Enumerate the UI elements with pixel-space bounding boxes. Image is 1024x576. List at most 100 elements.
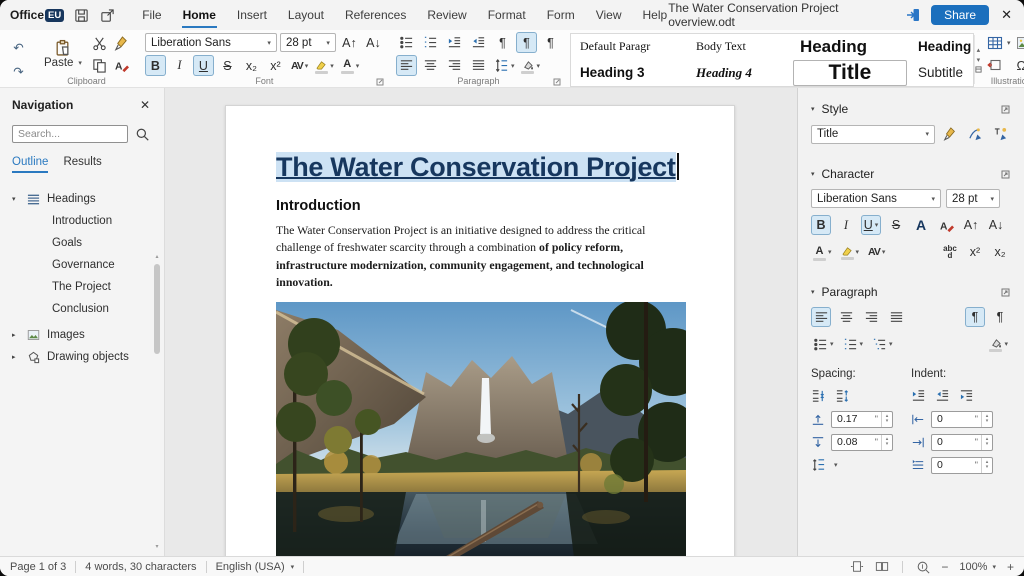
numbered-list-icon[interactable] xyxy=(420,32,441,53)
menu-view[interactable]: View xyxy=(595,2,623,28)
italic-button[interactable]: I xyxy=(836,215,856,235)
doc-title[interactable]: The Water Conservation Project xyxy=(276,152,684,183)
direction-ltr-icon[interactable]: ¶ xyxy=(965,307,985,327)
increase-spacing-icon[interactable] xyxy=(811,389,826,403)
new-style-icon[interactable] xyxy=(990,124,1010,144)
font-color-button[interactable]: A▾ xyxy=(811,242,834,262)
indent-before-field[interactable]: 0" ▴▾ xyxy=(931,411,993,428)
first-line-indent-field[interactable]: 0" ▴▾ xyxy=(931,457,993,474)
menu-home[interactable]: Home xyxy=(182,2,217,28)
highlight-color-button[interactable]: ▾ xyxy=(313,55,336,76)
superscript-button[interactable]: x² xyxy=(265,55,286,76)
direction-rtl-icon[interactable]: ¶ xyxy=(540,32,561,53)
share-button[interactable]: Share xyxy=(931,5,989,25)
tab-results[interactable]: Results xyxy=(63,156,101,173)
shrink-font-button[interactable]: A↓ xyxy=(363,32,384,53)
doc-heading-introduction[interactable]: Introduction xyxy=(276,198,684,214)
scroll-down-icon[interactable]: ▾ xyxy=(155,543,158,550)
strikethrough-button[interactable]: S xyxy=(217,55,238,76)
spin-down-icon[interactable]: ▾ xyxy=(986,419,989,424)
gallery-expand-icon[interactable] xyxy=(975,66,982,73)
underline-button[interactable]: U xyxy=(193,55,214,76)
space-above-field[interactable]: 0.17" ▴▾ xyxy=(831,411,893,428)
copy-icon[interactable] xyxy=(89,55,110,76)
tree-drawing-objects[interactable]: ▸ Drawing objects xyxy=(12,346,150,368)
line-spacing-icon[interactable]: ▾ xyxy=(492,55,517,76)
paragraph-dialog-launcher-icon[interactable] xyxy=(553,78,561,86)
undo-button[interactable]: ↶ xyxy=(8,37,29,58)
change-case-icon[interactable]: abcd xyxy=(940,242,960,262)
paragraph-launcher-icon[interactable] xyxy=(1001,288,1010,297)
tree-headings[interactable]: ▾ Headings xyxy=(12,188,150,210)
gallery-down-icon[interactable]: ▾ xyxy=(977,56,981,65)
word-count[interactable]: 4 words, 30 characters xyxy=(85,561,196,573)
menu-file[interactable]: File xyxy=(141,2,162,28)
tree-item-introduction[interactable]: Introduction xyxy=(12,210,150,232)
sidebar-font-size-select[interactable]: 28 pt▾ xyxy=(946,189,1000,208)
character-spacing-button[interactable]: AV▾ xyxy=(289,55,310,76)
insert-table-icon[interactable]: ▾ xyxy=(987,36,1011,50)
style-heading2[interactable]: Heading 2 xyxy=(909,34,973,60)
menu-insert[interactable]: Insert xyxy=(236,2,268,28)
italic-button[interactable]: I xyxy=(169,55,190,76)
character-spacing-button[interactable]: AV▾ xyxy=(866,242,887,262)
style-title-selected[interactable]: Title xyxy=(793,60,907,86)
navigation-search-input[interactable] xyxy=(12,125,128,143)
spin-down-icon[interactable]: ▾ xyxy=(986,465,989,470)
align-left-icon[interactable] xyxy=(811,307,831,327)
underline-button[interactable]: U▾ xyxy=(861,215,881,235)
align-right-icon[interactable] xyxy=(861,307,881,327)
clone-formatting-icon[interactable] xyxy=(111,33,132,54)
tree-images[interactable]: ▸ Images xyxy=(12,324,150,346)
direction-rtl-icon[interactable]: ¶ xyxy=(990,307,1010,327)
insert-frame-icon[interactable] xyxy=(987,58,1003,72)
hanging-indent-icon[interactable] xyxy=(959,389,974,403)
superscript-button[interactable]: x² xyxy=(965,242,985,262)
paragraph-section-header[interactable]: ▾ Paragraph xyxy=(811,284,1010,300)
space-below-field[interactable]: 0.08" ▴▾ xyxy=(831,434,893,451)
zoom-level[interactable]: 100%▾ xyxy=(959,561,996,573)
font-color-button[interactable]: A▾ xyxy=(339,55,362,76)
redo-button[interactable]: ↷ xyxy=(8,61,29,82)
gallery-up-icon[interactable]: ▴ xyxy=(977,46,981,55)
decrease-indent-icon[interactable] xyxy=(468,32,489,53)
character-dialog-icon[interactable]: A xyxy=(911,215,931,235)
clear-formatting-icon[interactable]: A xyxy=(111,55,132,76)
paragraph-background-icon[interactable]: ▾ xyxy=(519,55,542,76)
document-image[interactable] xyxy=(276,302,686,556)
subscript-button[interactable]: x₂ xyxy=(990,242,1010,262)
close-icon[interactable]: ✕ xyxy=(999,7,1014,23)
cut-icon[interactable] xyxy=(89,33,110,54)
popout-icon[interactable] xyxy=(99,7,116,24)
tree-item-conclusion[interactable]: Conclusion xyxy=(12,298,150,320)
multi-page-view-icon[interactable] xyxy=(875,560,889,573)
outline-list-icon[interactable]: ▾ xyxy=(870,334,895,354)
font-size-select[interactable]: 28 pt▾ xyxy=(280,33,336,52)
sidebar-font-name-select[interactable]: Liberation Sans▾ xyxy=(811,189,941,208)
paragraph-mark-icon[interactable]: ¶ xyxy=(492,32,513,53)
style-body-text[interactable]: Body Text xyxy=(687,34,791,60)
menu-layout[interactable]: Layout xyxy=(287,2,325,28)
scroll-up-icon[interactable]: ▴ xyxy=(155,253,158,260)
paste-button[interactable]: Paste▾ xyxy=(40,39,86,69)
line-spacing-icon[interactable] xyxy=(811,458,826,472)
subscript-button[interactable]: x₂ xyxy=(241,55,262,76)
clear-formatting-icon[interactable]: A xyxy=(936,215,956,235)
numbered-list-icon[interactable]: ▾ xyxy=(841,334,866,354)
align-center-icon[interactable] xyxy=(420,55,441,76)
increase-indent-icon[interactable] xyxy=(911,389,926,403)
align-justify-icon[interactable] xyxy=(468,55,489,76)
bold-button[interactable]: B xyxy=(811,215,831,235)
align-justify-icon[interactable] xyxy=(886,307,906,327)
tree-item-goals[interactable]: Goals xyxy=(12,232,150,254)
spin-down-icon[interactable]: ▾ xyxy=(886,419,889,424)
style-launcher-icon[interactable] xyxy=(1001,105,1010,114)
chevron-down-icon[interactable]: ▾ xyxy=(12,195,20,203)
tree-item-the-project[interactable]: The Project xyxy=(12,276,150,298)
tree-item-governance[interactable]: Governance xyxy=(12,254,150,276)
zoom-in-icon[interactable]: + xyxy=(1007,560,1014,574)
decrease-indent-icon[interactable] xyxy=(935,389,950,403)
style-heading3[interactable]: Heading 3 xyxy=(571,60,687,86)
chevron-right-icon[interactable]: ▸ xyxy=(12,353,20,361)
language-selector[interactable]: English (USA)▾ xyxy=(216,561,295,573)
